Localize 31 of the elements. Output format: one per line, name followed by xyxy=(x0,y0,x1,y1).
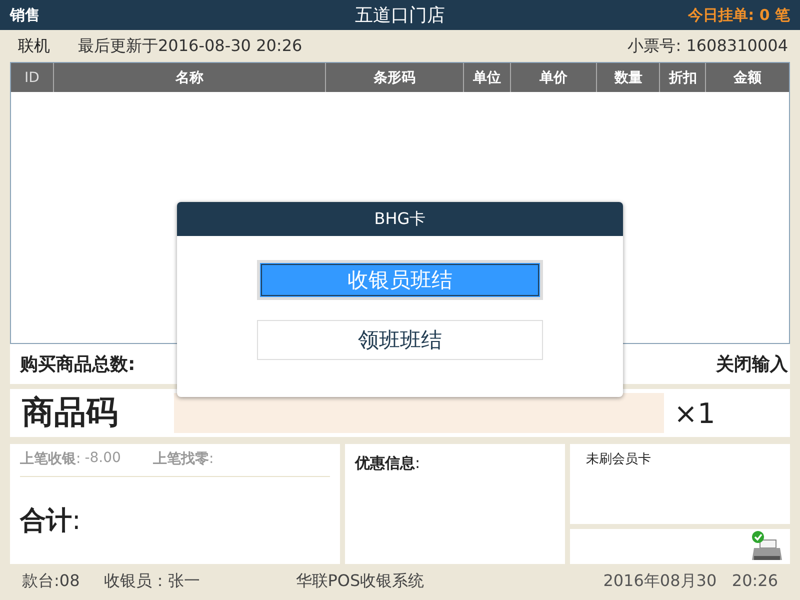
column-header: 金额 xyxy=(705,63,789,92)
discount-label: 优惠信息: xyxy=(355,454,420,472)
last-paid-label: 上笔收银: xyxy=(20,450,81,468)
product-code-field[interactable] xyxy=(174,393,664,433)
total-items-label: 购买商品总数: xyxy=(20,353,136,376)
shift-option-button[interactable]: 领班班结 xyxy=(257,320,543,360)
pending-orders: 今日挂单: 0 笔 xyxy=(686,6,790,24)
counter-number: 款台:08 xyxy=(22,571,80,592)
store-name: 五道口门店 xyxy=(354,4,446,27)
cashier-name: 收银员：张一 xyxy=(104,571,200,592)
connection-status: 联机 xyxy=(18,36,50,56)
quantity-label: ×1 xyxy=(674,396,716,430)
total-label: 合计: xyxy=(20,505,82,538)
dialog-title: BHG卡 xyxy=(177,202,623,236)
system-name: 华联POS收银系统 xyxy=(296,571,424,592)
column-header: 折扣 xyxy=(659,63,706,92)
column-header: 数量 xyxy=(596,63,660,92)
date-time: 2016年08月30 20:26 xyxy=(603,571,778,592)
product-code-label: 商品码 xyxy=(22,392,119,433)
member-status: 未刷会员卡 xyxy=(586,452,651,467)
receipt-number: 小票号: 1608310004 xyxy=(628,36,788,56)
mode-label: 销售 xyxy=(10,6,41,24)
column-header: ID xyxy=(23,68,40,88)
column-header: 名称 xyxy=(52,63,326,92)
last-paid-value: -8.00 xyxy=(84,450,121,468)
column-header: 条形码 xyxy=(325,63,463,92)
last-change-label: 上笔找零: xyxy=(152,450,214,468)
column-header: 单价 xyxy=(510,63,596,92)
last-update: 最后更新于2016-08-30 20:26 xyxy=(78,36,302,56)
column-header: 单位 xyxy=(462,63,510,92)
close-input-link[interactable]: 关闭输入 xyxy=(716,352,788,376)
